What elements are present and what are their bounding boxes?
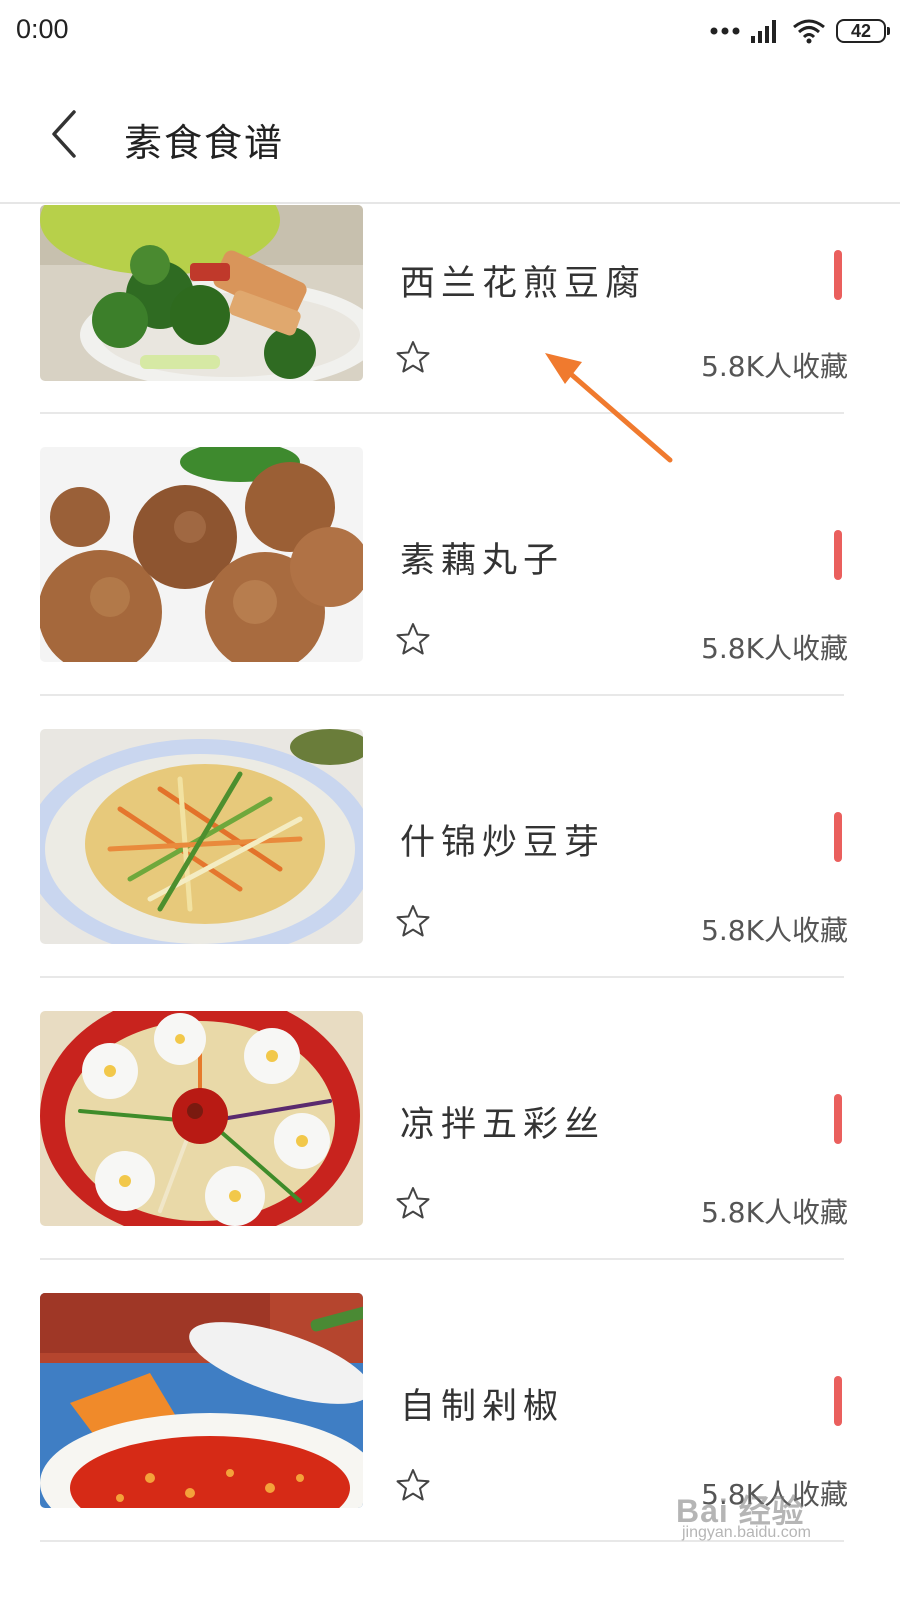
- star-icon[interactable]: [396, 904, 430, 938]
- star-icon[interactable]: [396, 622, 430, 656]
- stir-fried-sprouts-image: [40, 729, 363, 944]
- five-color-salad-image: [40, 1011, 363, 1226]
- lotus-root-balls-image: [40, 447, 363, 662]
- favorite-count: 5.8K人收藏: [701, 914, 848, 947]
- watermark: Bai 经验 jingyan.baidu.com: [676, 1486, 846, 1556]
- status-time: 0:00: [16, 14, 69, 44]
- recipe-name[interactable]: 什锦炒豆芽: [400, 814, 605, 865]
- list-item[interactable]: 素藕丸子 5.8K人收藏: [0, 417, 900, 699]
- accent-marker: [834, 1094, 842, 1144]
- status-icons: 42: [710, 14, 890, 48]
- watermark-sub: jingyan.baidu.com: [682, 1524, 811, 1541]
- list-item[interactable]: 西兰花煎豆腐 5.8K人收藏: [0, 205, 900, 417]
- signal-icon: [751, 20, 776, 43]
- recipe-image[interactable]: [40, 447, 363, 662]
- accent-marker: [834, 812, 842, 862]
- recipe-name[interactable]: 凉拌五彩丝: [400, 1096, 605, 1147]
- recipe-image[interactable]: [40, 205, 363, 381]
- battery-level: 42: [850, 20, 872, 41]
- recipe-image[interactable]: [40, 1293, 363, 1508]
- back-button[interactable]: [44, 104, 94, 164]
- chevron-left-icon: [52, 110, 76, 158]
- recipe-name[interactable]: 素藕丸子: [400, 532, 564, 583]
- list-item[interactable]: 凉拌五彩丝 5.8K人收藏: [0, 981, 900, 1263]
- broccoli-tofu-image: [40, 205, 363, 381]
- divider: [40, 412, 844, 414]
- app-header: 素食食谱: [0, 64, 900, 204]
- list-item[interactable]: 什锦炒豆芽 5.8K人收藏: [0, 699, 900, 981]
- status-bar: 0:00 42: [0, 0, 900, 64]
- divider: [40, 1258, 844, 1260]
- recipe-name[interactable]: 西兰花煎豆腐: [400, 255, 646, 306]
- favorite-count: 5.8K人收藏: [701, 350, 848, 383]
- divider: [40, 694, 844, 696]
- divider: [40, 976, 844, 978]
- favorite-count: 5.8K人收藏: [701, 632, 848, 665]
- accent-marker: [834, 250, 842, 300]
- chopped-chili-image: [40, 1293, 363, 1508]
- battery-icon: 42: [836, 19, 890, 43]
- page-title: 素食食谱: [124, 121, 285, 165]
- star-icon[interactable]: [396, 1186, 430, 1220]
- recipe-image[interactable]: [40, 729, 363, 944]
- recipe-list[interactable]: 西兰花煎豆腐 5.8K人收藏 素藕丸子 5.8K人收藏 什锦炒豆芽 5.8K人收…: [0, 205, 900, 1600]
- star-icon[interactable]: [396, 340, 430, 374]
- star-icon[interactable]: [396, 1468, 430, 1502]
- accent-marker: [834, 530, 842, 580]
- recipe-name[interactable]: 自制剁椒: [400, 1378, 564, 1429]
- favorite-count: 5.8K人收藏: [701, 1196, 848, 1229]
- wifi-icon: [793, 19, 825, 44]
- dots-icon: [710, 27, 740, 35]
- accent-marker: [834, 1376, 842, 1426]
- recipe-image[interactable]: [40, 1011, 363, 1226]
